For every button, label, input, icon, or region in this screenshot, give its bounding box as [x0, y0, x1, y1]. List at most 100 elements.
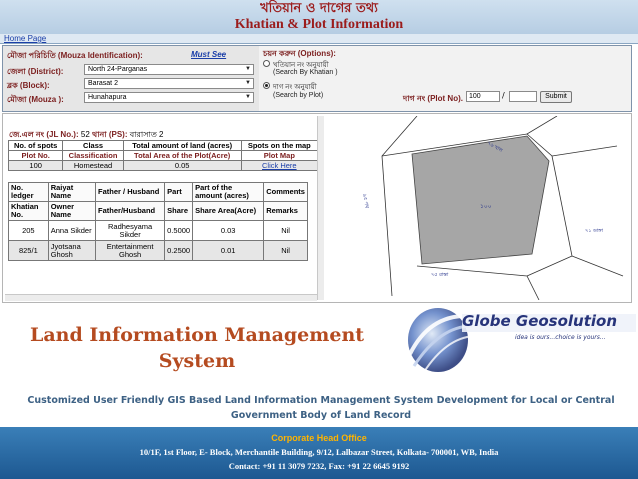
district-select-value: North 24-Parganas: [88, 66, 148, 73]
table-cell: Click Here: [240, 160, 319, 171]
column-header: Total Area of the Plot(Acre): [122, 150, 242, 161]
column-header: Part: [164, 182, 194, 202]
column-header: Total amount of land (acres): [122, 140, 242, 151]
result-panel: জে.এল নং (JL No.): 52 থানা (PS): বারাসাত…: [2, 113, 632, 303]
horizontal-scrollbar[interactable]: [5, 294, 317, 301]
table-row: 100 Homestead 0.05 Click Here: [7, 160, 319, 171]
search-by-khatian-radio[interactable]: [263, 60, 270, 67]
map-boundary-line: [526, 116, 558, 135]
table-cell: 0.2500: [164, 240, 194, 261]
ps-label: থানা (PS):: [92, 130, 128, 139]
neighbor-label: ৭৫ রাস্তা: [431, 272, 449, 278]
must-see-link[interactable]: Must See: [191, 50, 226, 59]
table-row: 825/1 Jyotsana Ghosh Entertainment Ghosh…: [8, 240, 308, 261]
map-boundary-line: [551, 145, 618, 157]
table-cell: Anna Sikder: [47, 220, 97, 241]
footer-contact: Contact: +91 11 3079 7232, Fax: +91 22 6…: [228, 461, 410, 471]
block-label: ব্লক (Block):: [7, 81, 50, 90]
column-header: No. ledger: [8, 182, 49, 202]
column-header: Classification: [62, 150, 124, 161]
mouza-identification-label: মৌজা পরিচিতি (Mouza Identification):: [7, 51, 143, 60]
search-by-plot-radio[interactable]: [263, 82, 270, 89]
table-cell: Nil: [263, 220, 308, 241]
column-header: Remarks: [263, 201, 308, 221]
ps-value: বারাসাত 2: [129, 130, 164, 139]
table-cell: 0.01: [192, 240, 265, 261]
plot-sub-number-input[interactable]: [509, 91, 537, 102]
column-header: Class: [62, 140, 124, 151]
column-header: Spots on the map: [240, 140, 319, 151]
column-header: Part of the amount (acres): [192, 182, 265, 202]
search-options-panel: চয়ন করুন (Options): খতিয়ান নং অনুযায়ী…: [259, 46, 631, 111]
column-header: Share Area(Acre): [192, 201, 265, 221]
table-header-row: Khatian No. Owner Name Father/Husband Sh…: [8, 201, 308, 221]
column-header: Father/Husband: [95, 201, 166, 221]
promo-description: Customized User Friendly GIS Based Land …: [27, 395, 615, 421]
header-title-english: Khatian & Plot Information: [234, 17, 404, 32]
header-title-bengali: খতিয়ান ও দাগের তথ্য: [260, 1, 378, 16]
plot-number-label: ১০০: [480, 203, 492, 210]
promo-title: Land Information Management System: [29, 324, 365, 372]
selected-plot-polygon[interactable]: [411, 135, 550, 265]
search-by-plot-label-en: (Search by Plot): [273, 92, 324, 99]
plot-separator: /: [502, 91, 505, 100]
mouza-identification-panel: মৌজা পরিচিতি (Mouza Identification): Mus…: [3, 46, 255, 111]
table-cell: 0.03: [192, 220, 265, 241]
table-row: 205 Anna Sikder Radhesyama Sikder 0.5000…: [8, 220, 308, 241]
table-cell: 0.05: [122, 160, 242, 171]
table-cell: 205: [8, 220, 49, 241]
plot-summary-table: No. of spots Class Total amount of land …: [7, 140, 319, 171]
submit-button[interactable]: Submit: [540, 91, 572, 103]
table-cell: 100: [7, 160, 64, 171]
column-header: Plot Map: [240, 150, 319, 161]
block-select-value: Barasat 2: [88, 80, 118, 87]
brand-name: Globe Geosolution: [462, 312, 618, 330]
brand-tagline: idea is ours...choice is yours...: [515, 334, 606, 341]
table-cell: Jyotsana Ghosh: [47, 240, 97, 261]
column-header: Comments: [263, 182, 308, 202]
column-header: Share: [164, 201, 194, 221]
home-page-link[interactable]: Home Page: [4, 34, 46, 44]
mouza-select[interactable]: Hunahapura ▼: [84, 92, 254, 103]
owner-details-table: No. ledger Raiyat Name Father / Husband …: [8, 182, 308, 261]
jl-label: জে.এল নং (JL No.):: [9, 130, 79, 139]
table-header-row: No. ledger Raiyat Name Father / Husband …: [8, 182, 308, 202]
column-header: Raiyat Name: [47, 182, 97, 202]
plot-number-input[interactable]: 100: [466, 91, 500, 102]
mouza-select-value: Hunahapura: [88, 94, 127, 101]
table-subheader-row: Plot No. Classification Total Area of th…: [7, 150, 319, 161]
footer-address: 10/1F, 1st Floor, E- Block, Merchantile …: [139, 447, 499, 457]
search-by-khatian-label-en: (Search By Khatian ): [273, 69, 338, 76]
jl-value: 52: [80, 130, 90, 139]
map-boundary-line: [381, 116, 418, 297]
district-select[interactable]: North 24-Parganas ▼: [84, 64, 254, 75]
table-cell: Entertainment Ghosh: [95, 240, 166, 261]
plot-map-link[interactable]: Click Here: [262, 161, 297, 170]
column-header: Plot No.: [7, 150, 64, 161]
nav-bar: [0, 34, 638, 44]
page-header: খতিয়ান ও দাগের তথ্য Khatian & Plot Info…: [0, 0, 638, 34]
chevron-down-icon: ▼: [245, 66, 251, 72]
table-cell: 825/1: [8, 240, 49, 261]
plot-map[interactable]: ১০০ ৭৬ খাল ৯৫ পথ ৭১ ডাঙ্গা ৭৫ রাস্তা: [327, 116, 630, 300]
table-cell: Radhesyama Sikder: [95, 220, 166, 241]
neighbor-label: ৭১ ডাঙ্গা: [585, 228, 604, 234]
column-header: No. of spots: [7, 140, 64, 151]
neighbor-label: ৯৫ পথ: [361, 193, 370, 209]
table-cell: 0.5000: [164, 220, 194, 241]
vertical-scrollbar[interactable]: [317, 116, 324, 300]
chevron-down-icon: ▼: [245, 94, 251, 100]
chevron-down-icon: ▼: [245, 80, 251, 86]
district-label: জেলা (District):: [7, 67, 64, 76]
footer-heading: Corporate Head Office: [271, 433, 367, 443]
table-cell: Nil: [263, 240, 308, 261]
column-header: Khatian No.: [8, 201, 49, 221]
footer: Corporate Head Office 10/1F, 1st Floor, …: [0, 427, 638, 479]
block-select[interactable]: Barasat 2 ▼: [84, 78, 254, 89]
map-boundary-line: [571, 255, 624, 277]
plot-number-label: দাগ নং (Plot No).: [403, 94, 463, 103]
table-cell: Homestead: [62, 160, 124, 171]
mouza-label: মৌজা (Mouza ):: [7, 95, 64, 104]
column-header: Father / Husband: [95, 182, 166, 202]
table-header-row: No. of spots Class Total amount of land …: [7, 140, 319, 151]
